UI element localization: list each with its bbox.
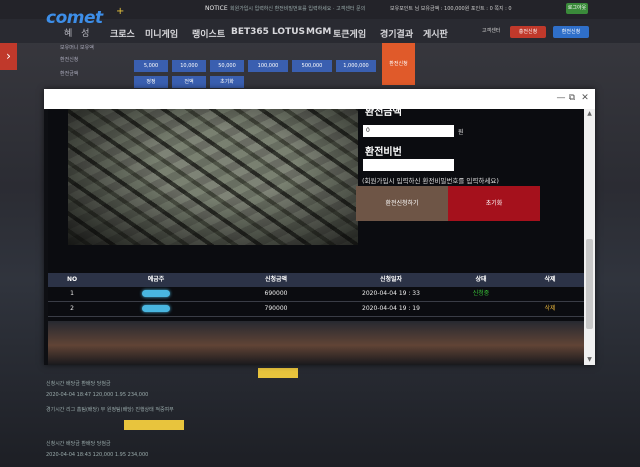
amount-chip[interactable]: 100,000 <box>248 60 288 72</box>
table-row: 1 690000 2020-04-04 19 : 33 신청중 <box>48 287 584 302</box>
amount-chip[interactable]: 50,000 <box>210 60 244 72</box>
amount-unit: 원 <box>458 129 464 136</box>
nav-item-minigame[interactable]: 미니게임 <box>145 27 178 40</box>
withdraw-modal: — ⧉ ✕ 환전금액 0 원 환전비번 (회원가입시 입력하신 환전비밀번호를 … <box>44 89 595 365</box>
notice-text: 회원가입시 입력하신 환전비밀번호를 입력하세요 · 고객센터 문의 <box>230 6 366 12</box>
row-amount: 790000 <box>264 305 288 312</box>
modal-titlebar: — ⧉ ✕ <box>44 89 595 109</box>
row-date: 2020-04-04 19 : 19 <box>362 305 420 312</box>
amount-chip[interactable]: 500,000 <box>292 60 332 72</box>
row-no: 1 <box>70 290 74 297</box>
logo-plus: + <box>116 6 125 17</box>
small-chip[interactable]: 정정 <box>134 76 168 88</box>
withdraw-history-table: NO 예금주 신청금액 신청일자 상태 삭제 1 690000 2020-04-… <box>48 273 584 317</box>
amount-chip[interactable]: 5,000 <box>134 60 168 72</box>
scroll-thumb[interactable] <box>586 239 593 329</box>
password-help: (회원가입시 입력하신 환전비밀번호를 입력하세요) <box>362 177 499 185</box>
redacted-name <box>142 290 170 297</box>
nav-item-mgm[interactable]: MGM <box>306 27 331 37</box>
header-status: 상태 <box>475 276 487 283</box>
amount-chip[interactable]: 10,000 <box>172 60 206 72</box>
reset-button[interactable]: 초기화 <box>448 186 540 221</box>
amount-chip[interactable]: 1,000,000 <box>336 60 376 72</box>
nav-item-lotus[interactable]: LOTUS <box>272 27 305 37</box>
user-info: 보유포인트 님 보유금액 : 100,000원 포인트 : 0 쪽지 : 0 <box>390 6 512 12</box>
header-holder: 예금주 <box>147 276 165 283</box>
nav-item-bet365[interactable]: BET365 <box>231 27 269 37</box>
bg-label: 환전신청 <box>60 57 79 63</box>
row-status: 신청중 <box>472 290 490 297</box>
scroll-down-icon[interactable]: ▼ <box>584 355 595 365</box>
small-chip[interactable]: 전액 <box>172 76 206 88</box>
row-status <box>446 302 516 316</box>
logo-subtitle: 혜 성 <box>64 29 93 39</box>
nav-item-rangeast[interactable]: 랭이스트 <box>192 27 225 40</box>
row-holder <box>96 302 216 316</box>
bg-highlight <box>124 420 184 430</box>
header-delete: 삭제 <box>544 276 556 283</box>
bg-row: 신청시간 배당금 환배당 당첨금 <box>46 381 111 387</box>
nav-item-token-game[interactable]: 토큰게임 <box>333 27 366 40</box>
table-row: 2 790000 2020-04-04 19 : 19 삭제 <box>48 302 584 317</box>
row-holder <box>96 287 216 301</box>
logout-button[interactable]: 로그아웃 <box>566 3 588 14</box>
bg-row: 신청시간 배당금 환배당 당첨금 <box>46 441 111 447</box>
nav-item-cross[interactable]: 크로스 <box>110 27 135 40</box>
bg-row: 2020-04-04 18:47 120,000 1.95 234,000 <box>46 392 149 398</box>
bg-withdraw-button[interactable]: 환전신청 <box>382 43 415 85</box>
close-icon[interactable]: ✕ <box>579 92 591 104</box>
withdraw-request-button[interactable]: 환전신청 <box>553 26 589 38</box>
row-amount: 690000 <box>264 290 288 297</box>
withdraw-apply-button[interactable]: 환전신청하기 <box>356 186 448 221</box>
bg-highlight <box>258 368 298 378</box>
nav-item-board[interactable]: 게시판 <box>423 27 448 40</box>
header-no: NO <box>66 276 78 283</box>
bg-row: 경기시간 리그 홈팀(배당) 무 원정팀(배당) 진행상태 적중여부 <box>46 407 174 413</box>
scroll-up-icon[interactable]: ▲ <box>584 109 595 119</box>
deposit-request-button[interactable]: 충전신청 <box>510 26 546 38</box>
modal-scrollbar[interactable]: ▲ ▼ <box>584 109 595 365</box>
bg-row: 2020-04-04 18:43 120,000 1.95 234,000 <box>46 452 149 458</box>
redacted-name <box>142 305 170 312</box>
table-header: NO 예금주 신청금액 신청일자 상태 삭제 <box>48 273 584 287</box>
customer-center-link[interactable]: 고객센터 <box>482 27 500 34</box>
small-chip[interactable]: 초기화 <box>210 76 244 88</box>
row-date: 2020-04-04 19 : 33 <box>362 290 420 297</box>
side-arrow-icon[interactable]: › <box>0 43 17 70</box>
row-delete[interactable] <box>516 287 584 301</box>
row-delete-button[interactable]: 삭제 <box>516 302 584 316</box>
nav-item-results[interactable]: 경기결과 <box>380 27 413 40</box>
amount-input[interactable]: 0 <box>363 125 454 137</box>
password-label: 환전비번 <box>365 147 402 158</box>
row-no: 2 <box>70 305 74 312</box>
password-input[interactable] <box>363 159 454 171</box>
bg-label: 보유머니 보유액 <box>60 45 94 51</box>
bg-label: 환전금액 <box>60 71 79 77</box>
restore-icon[interactable]: ⧉ <box>566 92 578 104</box>
logo[interactable]: comet <box>46 8 103 28</box>
amount-label: 환전금액 <box>365 109 402 118</box>
background-sunset <box>48 321 584 365</box>
modal-body: 환전금액 0 원 환전비번 (회원가입시 입력하신 환전비밀번호를 입력하세요)… <box>48 109 584 365</box>
header-date: 신청일자 <box>379 276 403 283</box>
notice-label: NOTICE <box>205 5 228 12</box>
header-amount: 신청금액 <box>264 276 288 283</box>
